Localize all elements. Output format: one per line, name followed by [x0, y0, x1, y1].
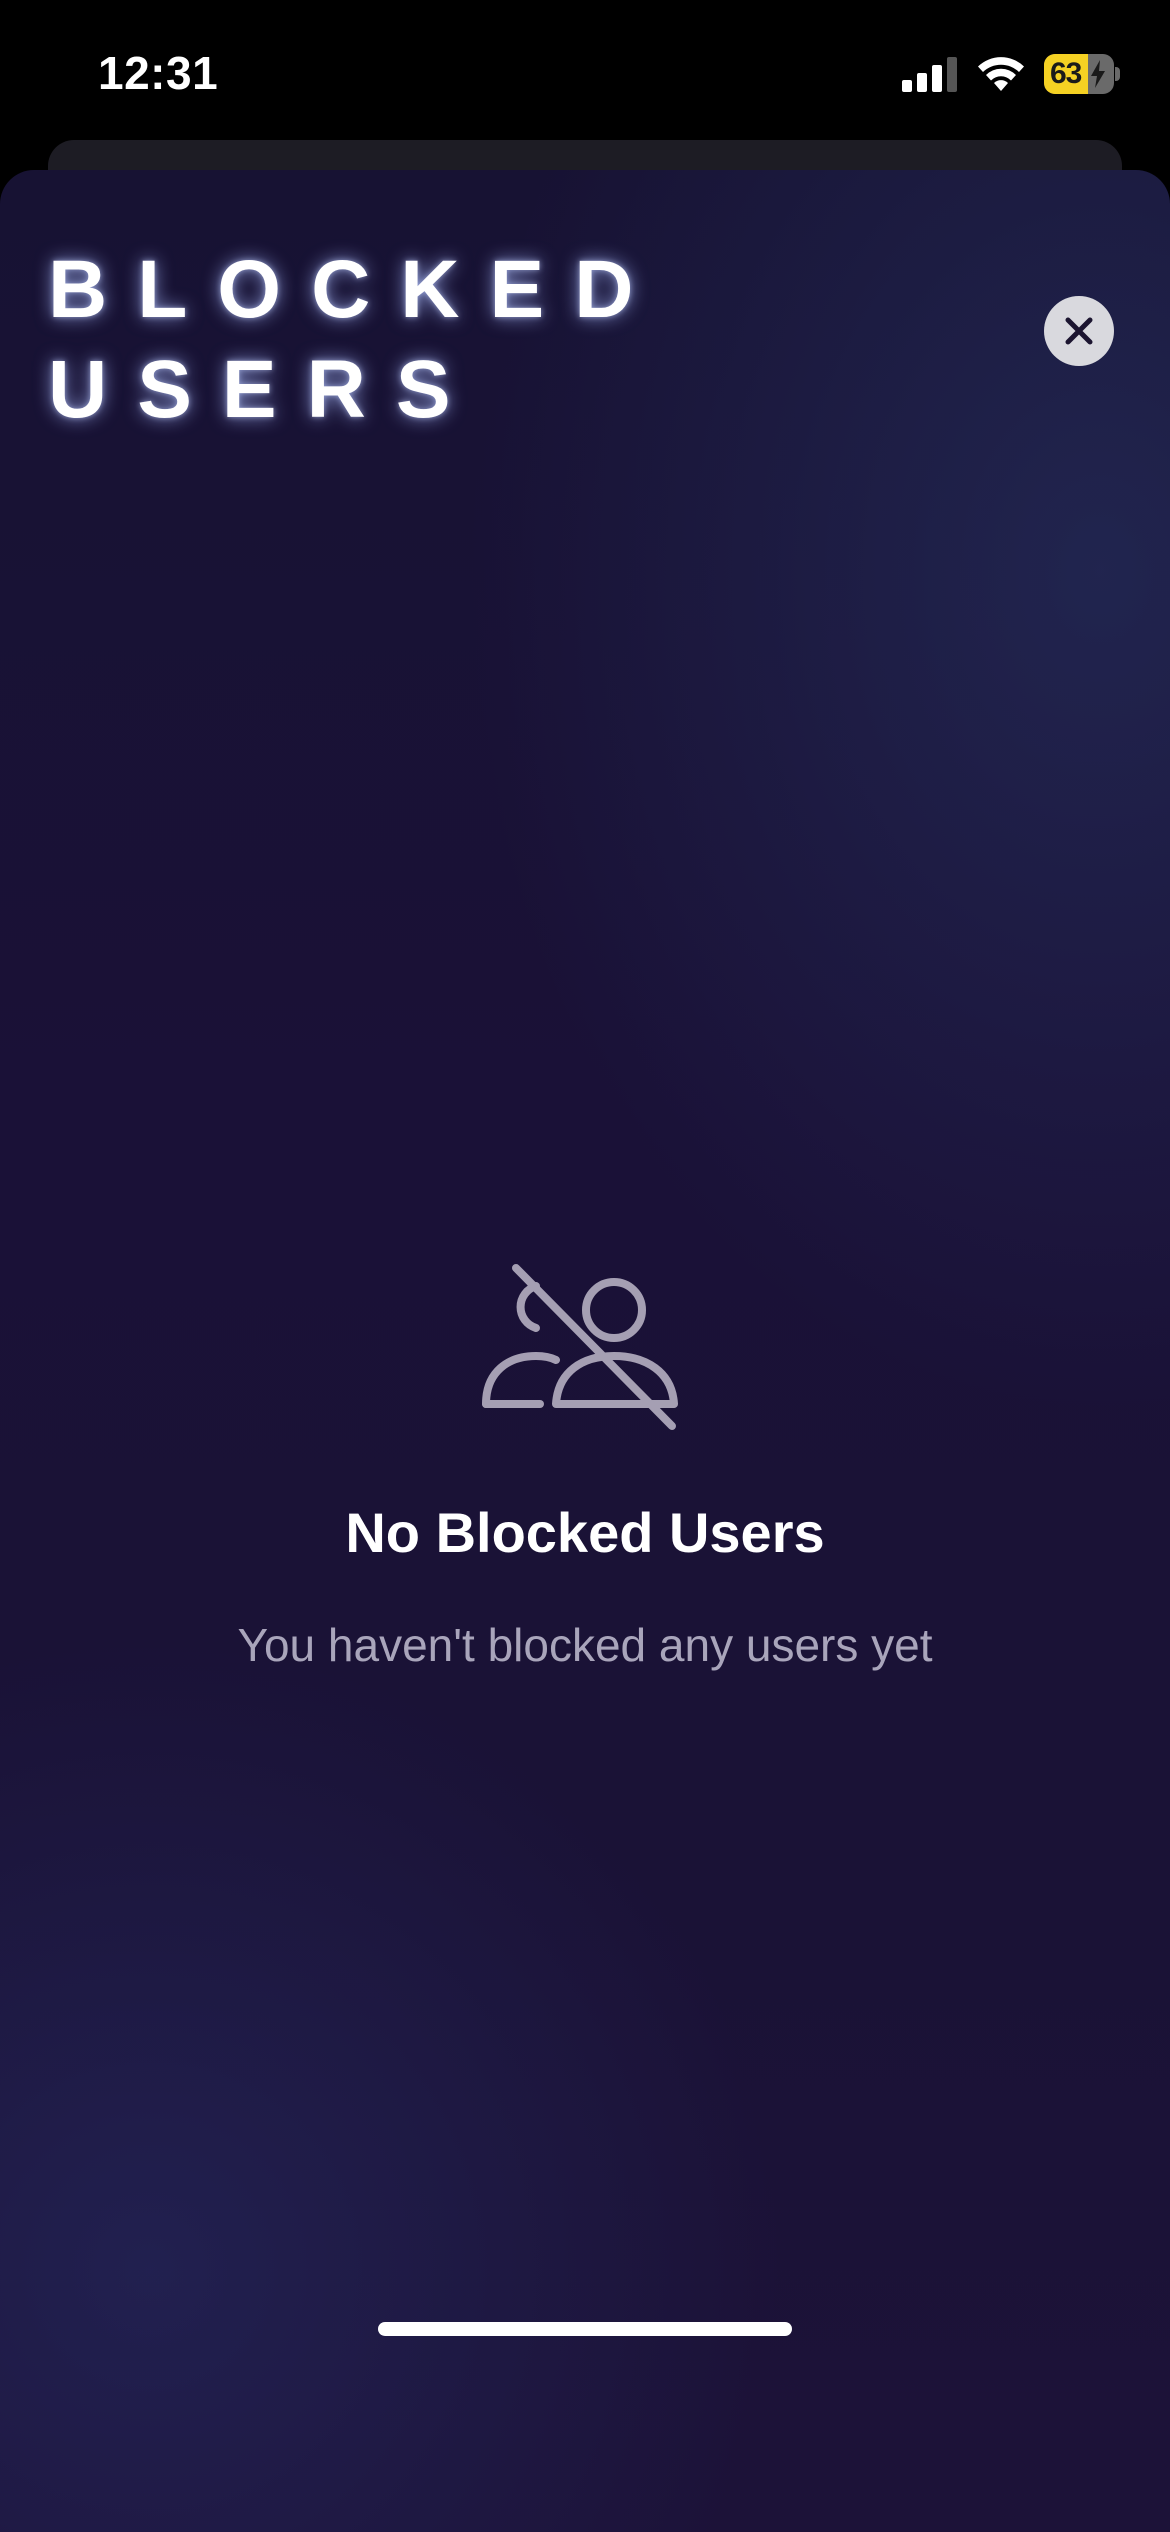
page-title: BLOCKED USERS [48, 240, 663, 440]
bolt-icon [1091, 60, 1105, 88]
blocked-users-sheet: BLOCKED USERS No Blocked Users You haven… [0, 170, 1170, 2532]
close-icon [1065, 317, 1093, 345]
status-icons: 63 [902, 52, 1120, 96]
page-title-line2: USERS [48, 344, 481, 435]
empty-state-subtitle: You haven't blocked any users yet [237, 1619, 933, 1671]
close-button[interactable] [1044, 296, 1114, 366]
wifi-icon [978, 57, 1024, 91]
status-time: 12:31 [98, 47, 219, 99]
status-bar: 12:31 63 [0, 0, 1170, 150]
home-indicator[interactable] [378, 2322, 792, 2336]
battery-charging-icon: 63 [1044, 54, 1120, 94]
users-slash-icon [482, 1264, 678, 1430]
empty-state-title: No Blocked Users [345, 1501, 825, 1564]
cellular-signal-icon [902, 57, 957, 92]
page-title-line1: BLOCKED [48, 244, 664, 335]
